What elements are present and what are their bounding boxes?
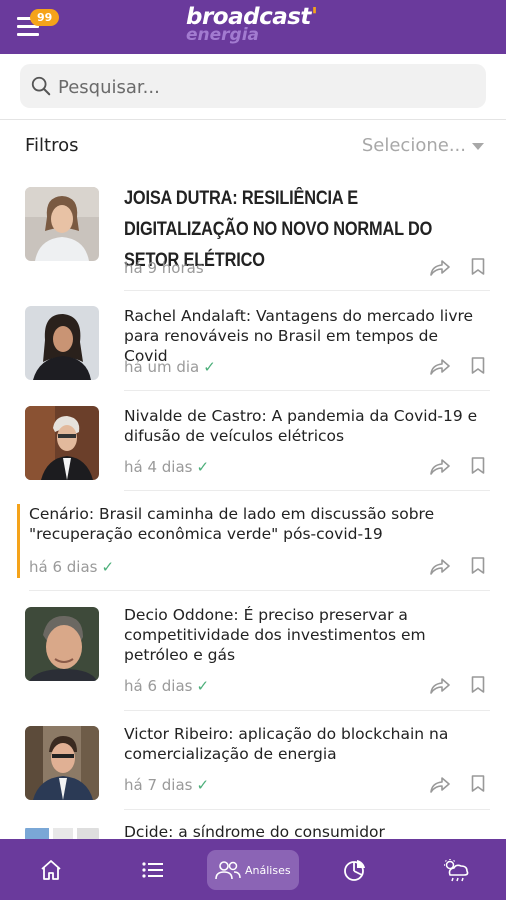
read-check-icon: ✓ <box>196 776 210 794</box>
nav-list[interactable] <box>138 839 168 900</box>
share-icon[interactable] <box>430 458 450 476</box>
article-title[interactable]: Victor Ribeiro: aplicação do blockchain … <box>124 724 486 764</box>
article-title[interactable]: Cenário: Brasil caminha de lado em discu… <box>29 504 489 544</box>
author-photo <box>25 607 99 681</box>
author-photo <box>25 726 99 800</box>
read-check-icon: ✓ <box>196 458 210 476</box>
share-icon[interactable] <box>430 677 450 695</box>
home-icon <box>41 859 61 880</box>
search-icon <box>31 76 51 96</box>
article-time: há 6 dias ✓ <box>29 558 115 576</box>
article-title[interactable]: Nivalde de Castro: A pandemia da Covid-1… <box>124 406 486 446</box>
divider <box>124 390 490 391</box>
nav-analises-label: Análises <box>245 863 291 877</box>
share-icon[interactable] <box>430 358 450 376</box>
search-input[interactable] <box>56 64 480 110</box>
highlight-bar <box>17 504 20 578</box>
article-time: há 4 dias ✓ <box>124 458 210 476</box>
share-icon[interactable] <box>430 259 450 277</box>
search-bar[interactable] <box>20 64 486 110</box>
app-header: 99 broadcast' energia <box>0 0 506 54</box>
bookmark-icon[interactable] <box>471 357 485 374</box>
article-time: há 7 dias ✓ <box>124 776 210 794</box>
nav-weather[interactable] <box>441 839 471 900</box>
filters-label: Filtros <box>25 135 79 156</box>
bookmark-icon[interactable] <box>471 457 485 474</box>
logo-sub-text: energia <box>186 25 260 45</box>
share-icon[interactable] <box>430 776 450 794</box>
nav-home[interactable] <box>36 839 66 900</box>
bottom-nav: Análises <box>0 839 506 900</box>
share-icon[interactable] <box>430 558 450 576</box>
list-icon <box>142 861 163 878</box>
article-title[interactable]: Rachel Andalaft: Vantagens do mercado li… <box>124 306 486 366</box>
analyses-icon <box>215 861 241 880</box>
divider <box>124 490 490 491</box>
read-check-icon: ✓ <box>203 358 216 376</box>
divider <box>124 710 490 711</box>
article-title[interactable]: Decio Oddone: É preciso preservar a comp… <box>124 605 486 665</box>
bookmark-icon[interactable] <box>471 557 485 574</box>
divider <box>29 590 490 591</box>
nav-charts[interactable] <box>341 839 369 900</box>
divider <box>124 290 490 291</box>
article-time: há 9 horas <box>124 259 204 277</box>
bookmark-icon[interactable] <box>471 258 485 275</box>
author-photo <box>25 306 99 380</box>
weather-icon <box>444 858 469 881</box>
read-check-icon: ✓ <box>196 677 210 695</box>
caret-down-icon <box>472 142 484 150</box>
divider <box>124 809 490 810</box>
filter-select[interactable]: Selecione... <box>362 135 484 156</box>
author-photo <box>25 826 99 839</box>
article-time: há um dia ✓ <box>124 358 216 376</box>
article-time: há 6 dias ✓ <box>124 677 210 695</box>
app-logo: broadcast' energia <box>186 4 326 48</box>
author-photo <box>25 406 99 480</box>
filter-select-value: Selecione... <box>361 135 466 156</box>
notification-badge[interactable]: 99 <box>30 9 60 26</box>
nav-analises[interactable]: Análises <box>207 850 299 890</box>
read-check-icon: ✓ <box>101 558 115 576</box>
author-photo <box>25 187 99 261</box>
divider <box>0 119 506 120</box>
bookmark-icon[interactable] <box>471 775 485 792</box>
bookmark-icon[interactable] <box>471 676 485 693</box>
pie-chart-icon <box>344 859 365 881</box>
